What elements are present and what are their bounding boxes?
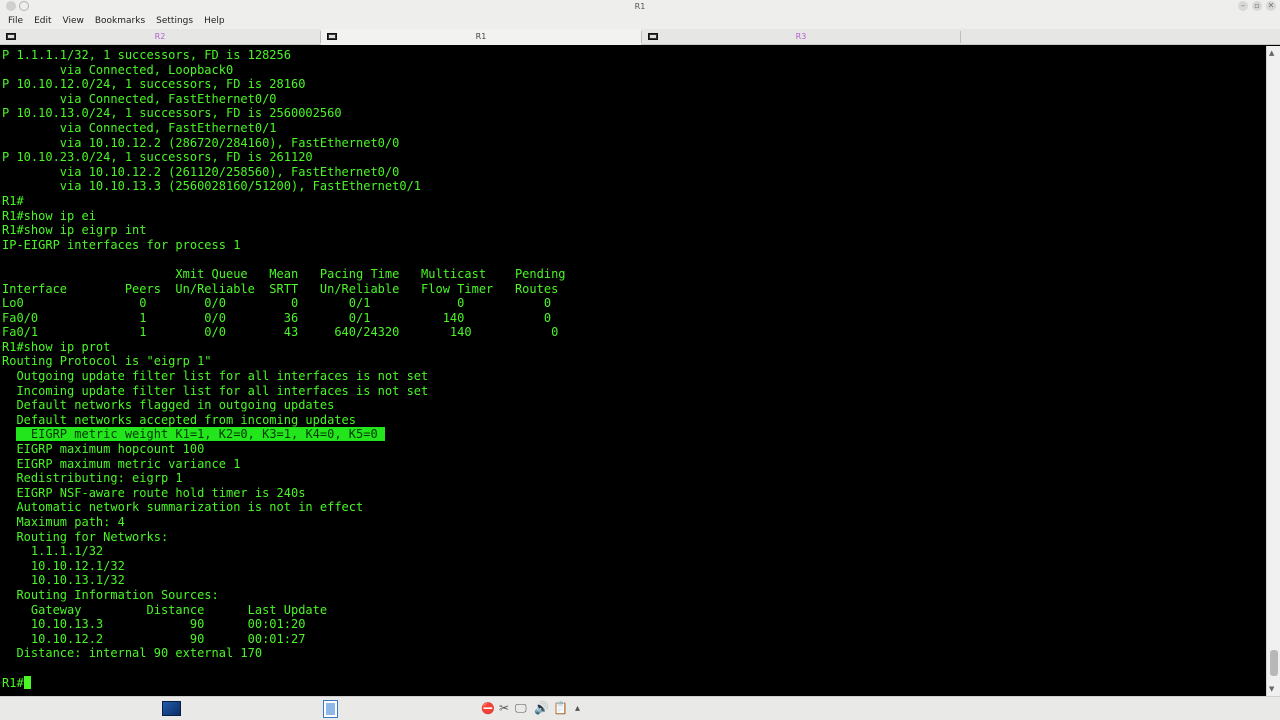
terminal-line: Interface Peers Un/Reliable SRTT Un/Reli… <box>2 281 559 296</box>
terminal-line: Fa0/0 1 0/0 36 0/1 140 0 <box>2 310 552 325</box>
terminal-line: Routing Information Sources: <box>2 587 219 602</box>
terminal-line: Fa0/1 1 0/0 43 640/24320 140 0 <box>2 325 559 340</box>
scrollbar-thumb[interactable] <box>1270 650 1278 676</box>
tab-label: R3 <box>795 32 807 41</box>
terminal-line: via 10.10.13.3 (2560028160/51200), FastE… <box>2 179 422 194</box>
volume-icon[interactable]: 🔊 <box>534 700 549 717</box>
terminal-line: R1#show ip ei <box>2 208 96 223</box>
tools-icon[interactable]: ✂ <box>499 700 509 717</box>
terminal-icon[interactable] <box>162 701 181 716</box>
command-prompt: R1# <box>2 675 24 690</box>
terminal-line: 10.10.12.2 90 00:01:27 <box>2 631 306 646</box>
minimize-button[interactable]: – <box>1238 1 1248 11</box>
menu-file[interactable]: File <box>8 16 23 26</box>
terminal-line: Maximum path: 4 <box>2 515 125 529</box>
terminal-line: via 10.10.12.2 (286720/284160), FastEthe… <box>2 135 400 150</box>
terminal-line: P 10.10.23.0/24, 1 successors, FD is 261… <box>2 150 313 165</box>
terminal-line: Redistributing: eigrp 1 <box>2 471 183 486</box>
terminal-line: Default networks accepted from incoming … <box>2 412 357 427</box>
tab-bar: R2 R1 R3 <box>0 29 1280 45</box>
terminal-line: Lo0 0 0/0 0 0/1 0 0 <box>2 296 552 311</box>
menu-edit[interactable]: Edit <box>34 16 51 26</box>
display-icon[interactable]: 🖵 <box>515 700 527 717</box>
terminal-line: 10.10.13.1/32 <box>2 573 125 588</box>
menu-bookmarks[interactable]: Bookmarks <box>95 16 145 26</box>
tab-divider <box>960 31 961 43</box>
text-cursor <box>23 675 31 689</box>
terminal-line: IP-EIGRP interfaces for process 1 <box>2 237 241 252</box>
terminal-line: R1#show ip eigrp int <box>2 223 147 238</box>
terminal-line: 10.10.12.1/32 <box>2 558 125 573</box>
stop-icon[interactable]: ⛔ <box>481 700 495 717</box>
terminal-line: Default networks flagged in outgoing upd… <box>2 398 335 413</box>
terminal-line: R1#show ip prot <box>2 339 111 354</box>
clipboard-icon[interactable]: 📋 <box>553 700 568 717</box>
menu-bar: File Edit View Bookmarks Settings Help <box>0 13 1280 29</box>
terminal-line: R1# <box>2 193 24 208</box>
terminal-line: EIGRP maximum metric variance 1 <box>2 456 241 471</box>
tab-r3[interactable]: R3 <box>642 29 960 45</box>
terminal-scrollbar[interactable]: ▲ ▼ <box>1266 46 1280 696</box>
tab-label: R2 <box>154 32 166 41</box>
terminal-line: EIGRP maximum hopcount 100 <box>2 442 205 457</box>
terminal-line: 1.1.1.1/32 <box>2 544 104 559</box>
maximize-button[interactable]: ▫ <box>1252 1 1262 11</box>
terminal-line: P 10.10.12.0/24, 1 successors, FD is 281… <box>2 77 306 92</box>
file-manager-icon[interactable] <box>323 700 338 718</box>
scroll-up-arrow-icon[interactable]: ▲ <box>1269 49 1274 57</box>
terminal-line: Distance: internal 90 external 170 <box>2 646 263 661</box>
terminal-line: via Connected, FastEthernet0/1 <box>2 120 277 135</box>
window-title-bar: R1 – ▫ ✕ <box>0 0 1280 13</box>
terminal-line: Incoming update filter list for all inte… <box>2 383 429 398</box>
terminal-line: Xmit Queue Mean Pacing Time Multicast Pe… <box>2 266 566 281</box>
terminal-line: Automatic network summarization is not i… <box>2 500 364 515</box>
window-title: R1 <box>634 2 646 11</box>
terminal-output: P 1.1.1.1/32, 1 successors, FD is 128256… <box>2 48 566 690</box>
terminal-line: via Connected, FastEthernet0/0 <box>2 91 277 106</box>
terminal-line: R1# <box>2 675 566 691</box>
scroll-down-arrow-icon[interactable]: ▼ <box>1269 685 1274 693</box>
selected-text-highlight: EIGRP metric weight K1=1, K2=0, K3=1, K4… <box>16 427 385 442</box>
menu-view[interactable]: View <box>63 16 84 26</box>
menu-help[interactable]: Help <box>204 16 225 26</box>
close-button[interactable]: ✕ <box>1266 1 1276 11</box>
tab-r2[interactable]: R2 <box>0 29 320 45</box>
tab-r1[interactable]: R1 <box>321 29 641 45</box>
terminal-line: P 10.10.13.0/24, 1 successors, FD is 256… <box>2 106 342 121</box>
expand-tray-icon[interactable]: ▴ <box>575 700 580 717</box>
terminal-line: Outgoing update filter list for all inte… <box>2 369 429 384</box>
terminal-line: EIGRP NSF-aware route hold timer is 240s <box>2 485 306 500</box>
taskbar: ⛔ ✂ 🖵 🔊 📋 ▴ <box>0 696 1280 720</box>
terminal-area[interactable]: P 1.1.1.1/32, 1 successors, FD is 128256… <box>0 46 1266 696</box>
terminal-line: EIGRP metric weight K1=1, K2=0, K3=1, K4… <box>2 427 566 442</box>
terminal-line: Routing for Networks: <box>2 529 169 544</box>
terminal-line: via 10.10.12.2 (261120/258560), FastEthe… <box>2 164 400 179</box>
menu-settings[interactable]: Settings <box>156 16 193 26</box>
terminal-line: P 1.1.1.1/32, 1 successors, FD is 128256 <box>2 48 291 62</box>
terminal-line: via Connected, Loopback0 <box>2 62 234 77</box>
terminal-line: Routing Protocol is "eigrp 1" <box>2 354 212 369</box>
tab-label: R1 <box>475 32 487 41</box>
terminal-line: Gateway Distance Last Update <box>2 602 328 617</box>
terminal-line: 10.10.13.3 90 00:01:20 <box>2 617 306 632</box>
